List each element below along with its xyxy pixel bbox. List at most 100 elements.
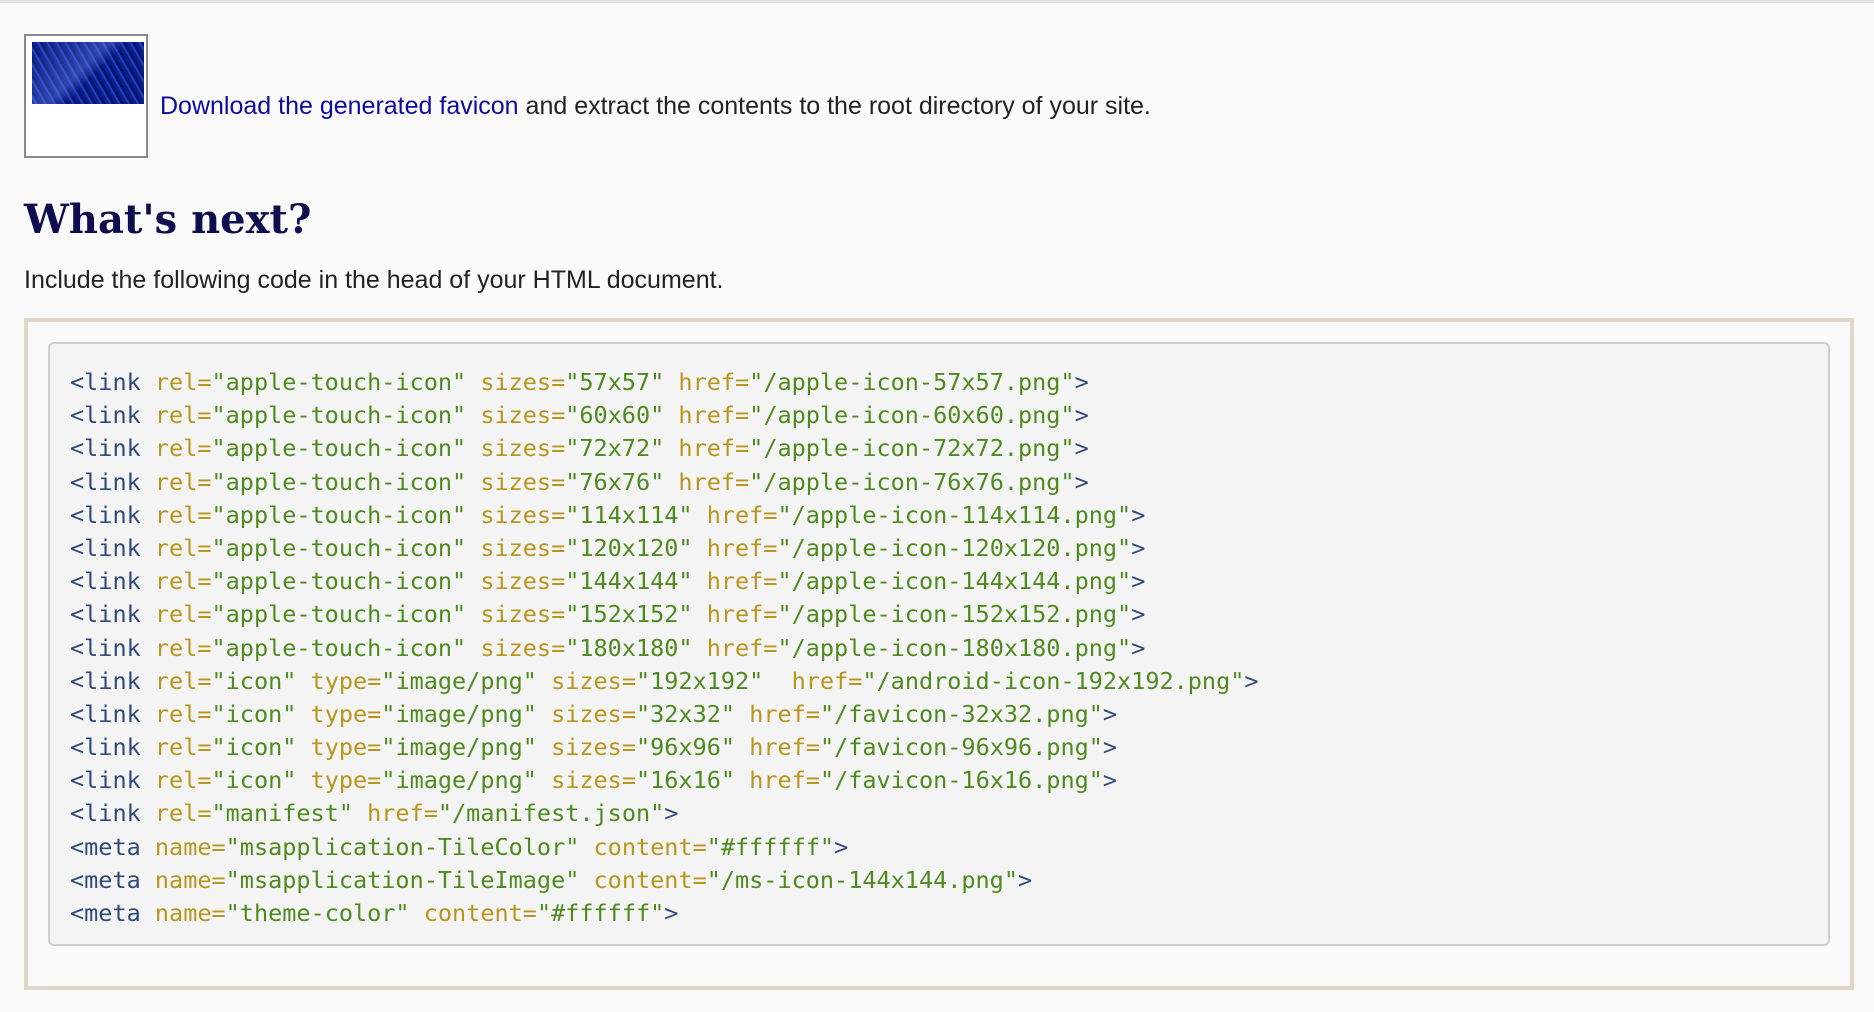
code-attribute: href= — [678, 434, 750, 463]
code-tag-close: > — [1074, 401, 1089, 430]
code-value: "16x16" — [635, 766, 736, 795]
download-favicon-link[interactable]: Download the generated favicon — [160, 92, 519, 120]
code-tag: <link — [70, 368, 141, 396]
code-tag: <link — [70, 600, 141, 629]
code-attribute: rel= — [154, 567, 212, 596]
code-attribute: sizes= — [480, 567, 566, 596]
code-value: "/favicon-32x32.png" — [819, 699, 1103, 728]
code-tag: <meta — [70, 899, 141, 927]
code-tag-close: > — [1131, 533, 1146, 562]
code-attribute: name= — [154, 899, 226, 927]
code-tag-close: > — [1102, 733, 1118, 762]
code-value: "icon" — [211, 733, 297, 762]
code-value: "120x120" — [565, 533, 693, 562]
code-line: <link rel="apple-touch-icon" sizes="57x5… — [70, 366, 1808, 399]
code-value: "apple-touch-icon" — [211, 600, 467, 629]
whats-next-heading: What's next? — [24, 196, 312, 243]
code-value: "144x144" — [565, 567, 693, 596]
code-attribute: sizes= — [480, 533, 566, 562]
code-value: "apple-touch-icon" — [211, 434, 467, 463]
code-attribute: rel= — [154, 799, 212, 828]
code-tag: <meta — [70, 832, 141, 861]
code-tag-close: > — [1131, 633, 1146, 662]
code-attribute: href= — [678, 401, 750, 430]
code-attribute: rel= — [154, 500, 212, 529]
code-attribute: href= — [749, 733, 820, 762]
code-value: "/apple-icon-57x57.png" — [749, 368, 1075, 396]
code-attribute: href= — [706, 500, 778, 529]
code-tag-close: > — [1102, 699, 1118, 728]
code-value: "apple-touch-icon" — [211, 633, 467, 662]
code-line: <link rel="apple-touch-icon" sizes="180x… — [70, 632, 1808, 665]
code-line: <link rel="icon" type="image/png" sizes=… — [70, 731, 1808, 764]
code-block[interactable]: <link rel="apple-touch-icon" sizes="57x5… — [48, 342, 1830, 946]
code-value: "manifest" — [211, 799, 353, 828]
code-tag: <link — [70, 699, 141, 728]
code-attribute: href= — [706, 633, 778, 662]
code-tag-close: > — [834, 832, 849, 861]
code-value: "apple-touch-icon" — [211, 500, 467, 529]
code-tag-close: > — [1131, 600, 1146, 629]
code-attribute: sizes= — [480, 368, 566, 396]
code-value: "/manifest.json" — [437, 799, 665, 828]
code-value: "apple-touch-icon" — [211, 533, 467, 562]
code-attribute: rel= — [154, 434, 212, 463]
code-tag-close: > — [1074, 368, 1089, 396]
code-value: "/apple-icon-60x60.png" — [749, 401, 1075, 430]
code-value: "/apple-icon-76x76.png" — [749, 467, 1075, 496]
code-attribute: href= — [678, 467, 750, 496]
code-value: "image/png" — [381, 733, 537, 762]
code-attribute: rel= — [154, 533, 212, 562]
code-value: "/favicon-16x16.png" — [819, 766, 1103, 795]
code-attribute: sizes= — [551, 766, 636, 795]
code-attribute: rel= — [154, 600, 212, 629]
code-value: "192x192" — [635, 666, 778, 695]
code-tag: <link — [70, 434, 141, 463]
code-value: "/apple-icon-72x72.png" — [749, 434, 1075, 463]
code-tag: <link — [70, 766, 141, 795]
code-attribute: href= — [706, 600, 778, 629]
code-value: "72x72" — [565, 434, 665, 463]
code-attribute: content= — [593, 832, 707, 861]
code-value: "152x152" — [565, 600, 693, 629]
code-value: "/favicon-96x96.png" — [819, 733, 1103, 762]
code-value: "/apple-icon-114x114.png" — [777, 500, 1132, 529]
code-tag-close: > — [1102, 766, 1118, 795]
code-value: "180x180" — [565, 633, 693, 662]
code-attribute: href= — [791, 666, 863, 695]
code-value: "60x60" — [565, 401, 665, 430]
code-attribute: rel= — [154, 633, 212, 662]
code-line: <link rel="apple-touch-icon" sizes="120x… — [70, 532, 1808, 565]
code-tag: <link — [70, 633, 141, 662]
code-tag-close: > — [664, 899, 679, 927]
code-tag: <link — [70, 567, 141, 596]
code-value: "#ffffff" — [706, 832, 835, 861]
code-attribute: href= — [706, 533, 778, 562]
code-attribute: sizes= — [480, 401, 566, 430]
code-value: "/apple-icon-152x152.png" — [777, 600, 1132, 629]
code-tag-close: > — [1131, 500, 1146, 529]
code-value: "114x114" — [565, 500, 693, 529]
code-value: "apple-touch-icon" — [211, 467, 467, 496]
code-attribute: type= — [310, 733, 382, 762]
code-value: "icon" — [211, 666, 297, 695]
code-attribute: type= — [310, 699, 382, 728]
code-attribute: content= — [423, 899, 537, 927]
code-tag: <meta — [70, 865, 141, 894]
code-tag-close: > — [1074, 434, 1089, 463]
code-value: "/apple-icon-144x144.png" — [777, 567, 1132, 596]
code-attribute: sizes= — [551, 666, 636, 695]
code-value: "icon" — [211, 699, 297, 728]
code-line: <link rel="manifest" href="/manifest.jso… — [70, 797, 1808, 830]
code-attribute: rel= — [154, 368, 212, 396]
code-value: "apple-touch-icon" — [211, 401, 467, 430]
code-value: "76x76" — [565, 467, 665, 496]
code-value: "/android-icon-192x192.png" — [862, 666, 1245, 695]
code-attribute: type= — [310, 666, 382, 695]
download-instruction: Download the generated favicon and extra… — [160, 92, 1151, 121]
code-value: "image/png" — [381, 766, 537, 795]
code-line: <link rel="icon" type="image/png" sizes=… — [70, 665, 1808, 698]
code-value: "msapplication-TileColor" — [225, 832, 580, 861]
code-attribute: name= — [154, 832, 226, 861]
code-attribute: type= — [310, 766, 382, 795]
